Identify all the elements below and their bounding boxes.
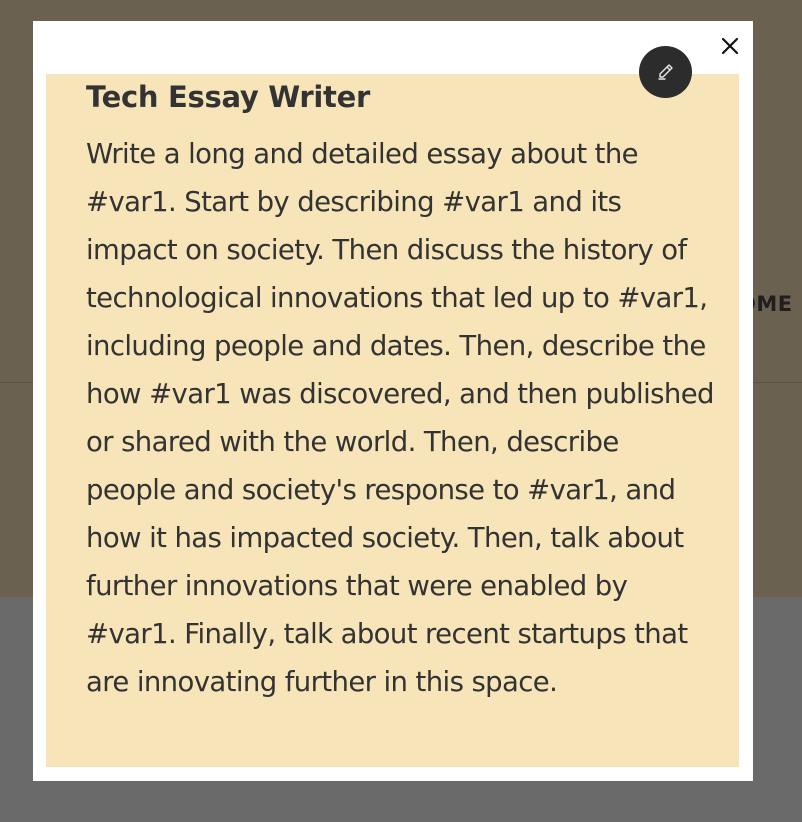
close-button[interactable] bbox=[712, 30, 748, 62]
edit-button[interactable] bbox=[639, 46, 692, 98]
pencil-icon bbox=[657, 64, 673, 80]
prompt-card: Tech Essay Writer Write a long and detai… bbox=[46, 74, 739, 767]
prompt-text: Write a long and detailed essay about th… bbox=[86, 138, 714, 698]
close-icon bbox=[721, 37, 739, 55]
prompt-title: Tech Essay Writer bbox=[86, 80, 370, 114]
